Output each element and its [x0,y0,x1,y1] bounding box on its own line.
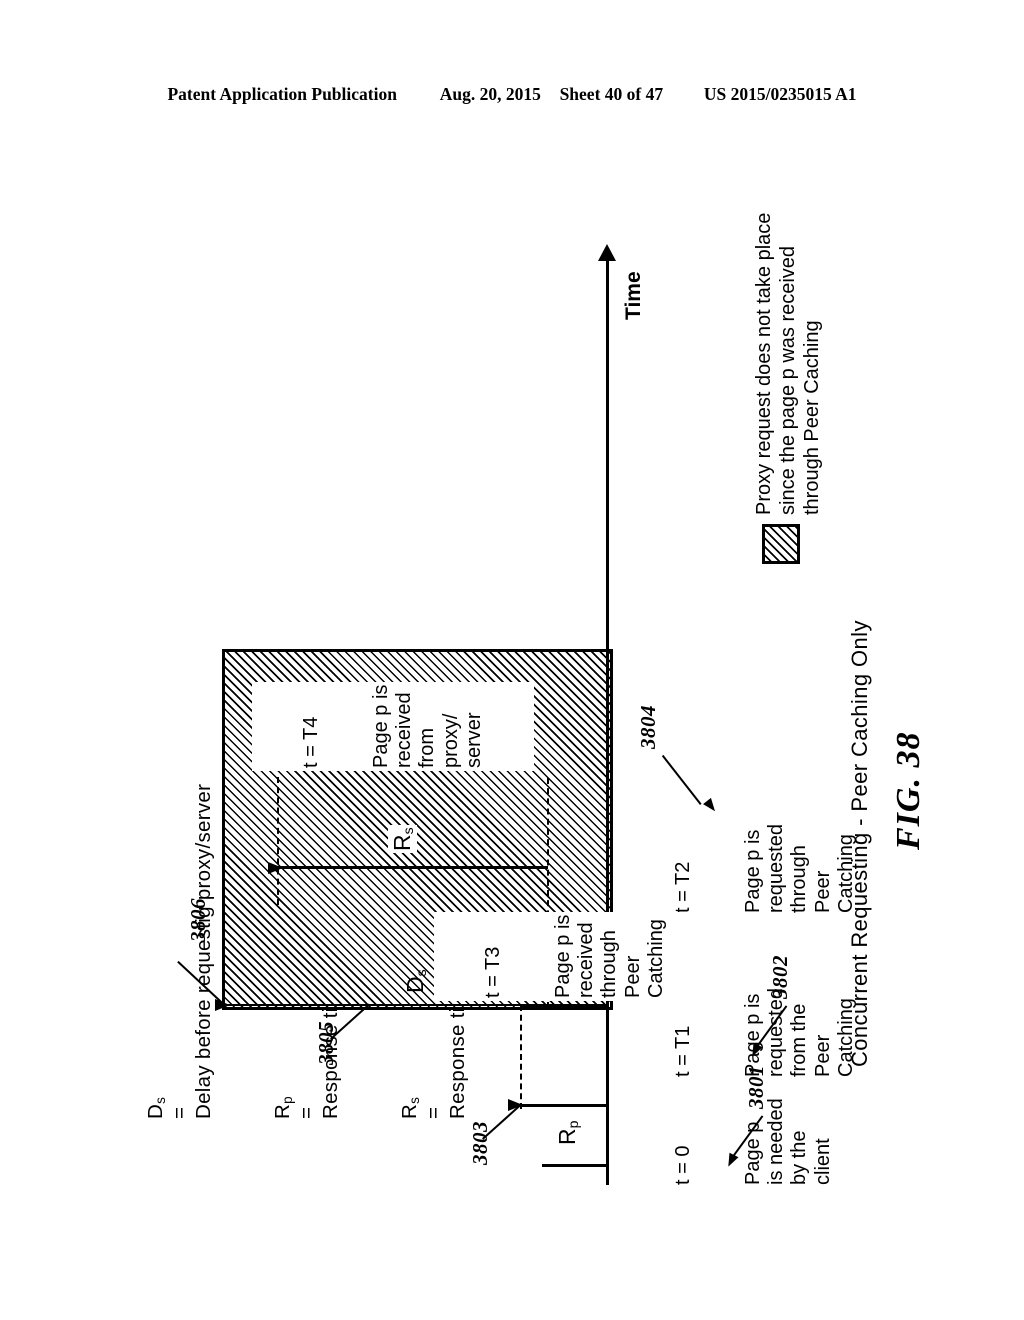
time-axis-label: Time [622,271,645,320]
legend-hatch-swatch [762,524,800,564]
event-t3-lines: Page p is received through Peer Catching [551,914,667,998]
definition-rp-equals: = [295,1106,318,1120]
dash-guide-t4 [277,777,279,905]
tick-t0 [542,1164,606,1167]
figure-caption: Concurrent Requesting - Peer Caching Onl… [847,620,872,1067]
ds-measure-arrowhead [215,999,230,1011]
legend-text: Proxy request does not take place since … [753,212,823,515]
event-t0-lines: Page p is needed by the client [741,1098,834,1185]
ds-measure-label: Ds [402,969,429,993]
figure-38: Ds = Delay before requestig proxy/server… [102,185,927,1305]
event-t4-time: t = T4 [300,716,323,768]
definition-ds-equals: = [168,1106,191,1120]
time-axis-line [606,255,609,1185]
ref-3804: 3804 [636,705,660,749]
event-t1-lines: Page p is requested from the Peer Catchi… [741,988,857,1077]
ref-3806: 3806 [186,898,210,942]
event-t4-lines: Page p is received from proxy/ server [369,684,485,768]
rp-symbol: R [554,1128,580,1145]
leader-3804-arrowhead [703,797,719,815]
rs-measure-label: Rs [388,825,417,853]
event-t4: t = T4 Page p is received from proxy/ se… [252,681,535,771]
definition-ds-subscript: s [153,1096,168,1104]
header-patent-number: US 2015/0235015 A1 [703,84,857,104]
rp-subscript: p [565,1120,581,1129]
definition-rp-symbol: R [271,1103,294,1120]
definition-rs-symbol: R [398,1103,421,1120]
leader-3804 [661,754,702,805]
definition-rs-equals: = [422,1106,445,1120]
event-t2-time: t = T2 [672,861,695,913]
ref-3803: 3803 [468,1121,492,1165]
rs-measure-arrowhead [268,862,283,874]
event-t3: t = T3 Page p is received through Peer C… [434,911,717,1001]
header-publication: Patent Application Publication [167,84,397,104]
ref-3802: 3802 [768,955,792,999]
ref-3805: 3805 [314,1021,338,1065]
event-t3-time: t = T3 [482,946,505,998]
event-t0: t = 0 Page p is needed by the client [626,1098,881,1185]
rp-measure-line [520,1103,606,1107]
ds-symbol: D [402,976,428,993]
event-t1-time: t = T1 [672,1025,695,1077]
definition-rs-subscript: s [407,1096,422,1104]
ds-subscript: s [413,969,429,977]
rs-symbol: R [389,834,415,851]
header-sheet: Sheet 40 of 47 [559,84,664,104]
time-axis-arrowhead [598,244,616,261]
patent-header: Patent Application Publication Aug. 20, … [0,84,1024,105]
definition-ds-symbol: D [144,1103,167,1120]
figure-number: FIG. 38 [890,731,927,850]
rs-subscript: s [400,827,416,835]
rp-measure-label: Rp [554,1121,581,1145]
event-t0-time: t = 0 [672,1145,695,1185]
definition-rp-subscript: p [280,1096,295,1104]
header-date: Aug. 20, 2015 [439,84,541,104]
event-t2-lines: Page p is requested through Peer Catchin… [741,824,857,913]
rs-measure-line [278,866,548,869]
definition-ds-text: Delay before requestig proxy/server [192,783,215,1120]
dash-guide-t1 [520,1005,522,1109]
